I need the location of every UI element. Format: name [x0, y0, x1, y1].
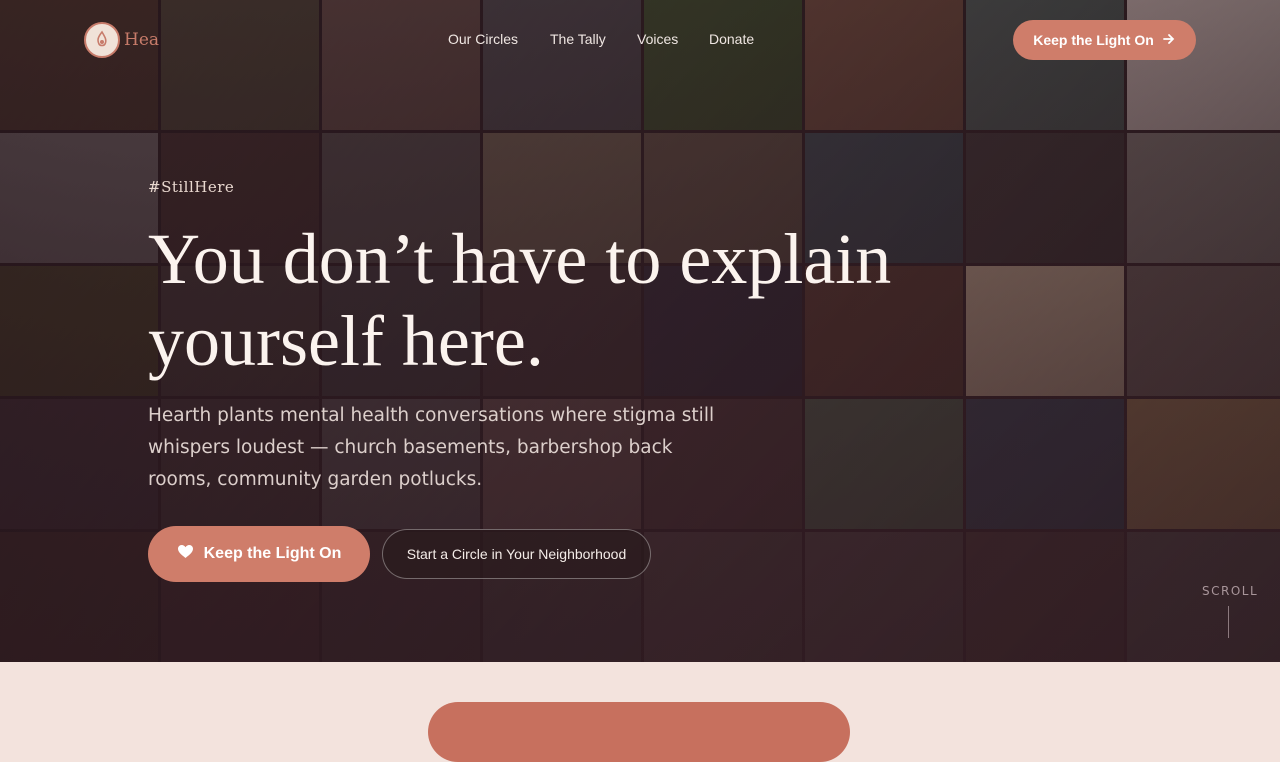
primary-button-label: Keep the Light On: [203, 545, 342, 562]
nav-link-voices[interactable]: Voices: [637, 31, 678, 47]
hero-headline: You don’t have to explain yourself here.: [148, 219, 892, 381]
heart-icon: [177, 544, 194, 564]
logo-icon[interactable]: [84, 22, 120, 58]
nav-link-our-circles[interactable]: Our Circles: [448, 31, 518, 47]
next-section-pill[interactable]: [428, 702, 850, 762]
start-a-circle-button[interactable]: Start a Circle in Your Neighborhood: [382, 529, 651, 579]
hero-section: Hea Our Circles The Tally Voices Donate …: [0, 0, 1280, 662]
keep-the-light-on-button[interactable]: Keep the Light On: [148, 526, 370, 582]
hashtag: #StillHere: [148, 178, 235, 196]
secondary-button-label: Start a Circle in Your Neighborhood: [406, 546, 627, 562]
hero-subtext: Hearth plants mental health conversation…: [148, 405, 715, 490]
arrow-right-icon: [1162, 32, 1176, 49]
nav-link-donate[interactable]: Donate: [709, 31, 754, 47]
nav-cta-label: Keep the Light On: [1033, 32, 1154, 48]
keep-the-light-on-nav-button[interactable]: Keep the Light On: [1013, 20, 1196, 60]
scroll-indicator-label[interactable]: SCROLL: [1202, 584, 1258, 598]
nav-link-the-tally[interactable]: The Tally: [550, 31, 606, 47]
brand-name[interactable]: Hea: [124, 30, 159, 50]
scroll-indicator-line: [1228, 606, 1229, 638]
